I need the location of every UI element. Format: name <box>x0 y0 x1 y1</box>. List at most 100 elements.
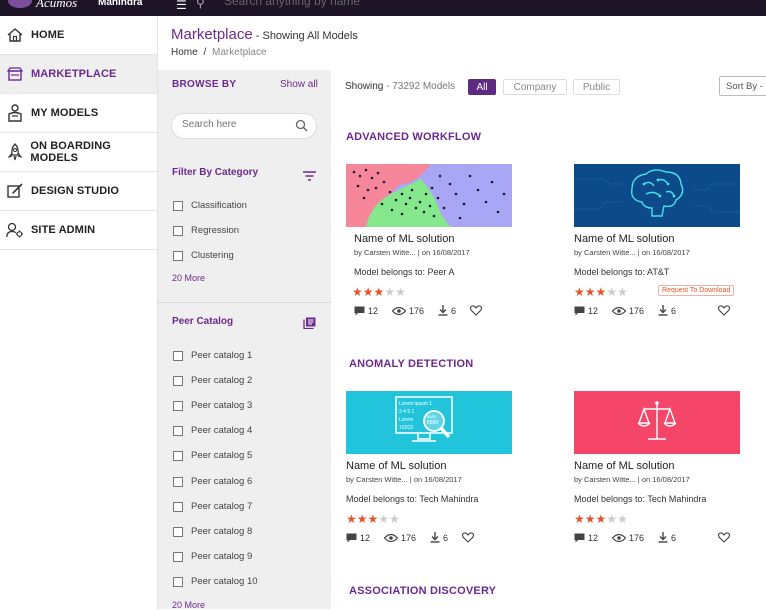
filter-public-button[interactable]: Public <box>573 79 620 95</box>
browse-search-input[interactable] <box>182 119 292 130</box>
publish-date: | on 16/08/2017 <box>409 475 462 484</box>
peer-option[interactable]: Peer catalog 10 <box>173 576 258 587</box>
model-name[interactable]: Name of ML solution <box>346 460 512 472</box>
downloads-count[interactable]: 6 <box>658 532 676 543</box>
checkbox[interactable] <box>173 200 183 211</box>
checkbox[interactable] <box>173 400 183 411</box>
filter-icon[interactable] <box>303 168 316 186</box>
peer-option[interactable]: Peer catalog 9 <box>173 551 252 562</box>
model-name[interactable]: Name of ML solution <box>574 460 740 472</box>
rating-stars: ★★★★★ <box>346 512 512 526</box>
peer-option[interactable]: Peer catalog 3 <box>173 400 252 411</box>
checkbox[interactable] <box>173 576 183 587</box>
category-option[interactable]: Classification <box>173 200 247 211</box>
category-more-link[interactable]: 20 More <box>172 273 205 283</box>
model-owner: Model belongs to: Peer A <box>354 267 455 277</box>
comments-count[interactable]: 12 <box>574 533 598 543</box>
checkbox[interactable] <box>173 526 183 537</box>
model-thumbnail[interactable] <box>574 164 740 227</box>
thumb-text: 5680 <box>427 414 437 419</box>
nav-label-home: HOME <box>31 29 65 41</box>
peer-label: Peer catalog 3 <box>191 400 253 411</box>
nav-item-design-studio[interactable]: DESIGN STUDIO <box>0 172 157 211</box>
views-count: 176 <box>612 533 644 543</box>
nav-item-marketplace[interactable]: MARKETPLACE <box>0 55 157 94</box>
peer-option[interactable]: Peer catalog 6 <box>173 476 252 487</box>
section-title[interactable]: ADVANCED WORKFLOW <box>346 131 481 143</box>
request-download-button[interactable]: Request To Download <box>658 285 735 296</box>
comments-count[interactable]: 12 <box>354 306 378 316</box>
checkbox[interactable] <box>173 250 183 261</box>
checkbox[interactable] <box>173 476 183 487</box>
author-name: by Carsten Witte... <box>346 475 408 484</box>
browse-search-box[interactable] <box>171 113 317 139</box>
checkbox[interactable] <box>173 375 183 386</box>
model-metrics: 12 176 6 <box>346 531 512 544</box>
model-thumbnail[interactable] <box>574 391 740 454</box>
comments-count[interactable]: 12 <box>346 533 370 543</box>
peer-option[interactable]: Peer catalog 1 <box>173 350 252 361</box>
nav-item-site-admin[interactable]: SITE ADMIN <box>0 211 157 250</box>
nav-item-home[interactable]: HOME <box>0 16 157 55</box>
thumb-text: Lorem <box>399 417 413 423</box>
model-card[interactable]: Name of ML solution by Carsten Witte... … <box>574 391 740 544</box>
peer-option[interactable]: Peer catalog 8 <box>173 526 252 537</box>
page-header: Marketplace - Showing All Models Home / … <box>158 16 766 70</box>
nav-item-my-models[interactable]: MY MODELS <box>0 94 157 133</box>
checkbox[interactable] <box>173 450 183 461</box>
user-model-icon <box>6 104 24 122</box>
publish-date: | on 16/08/2017 <box>417 248 470 257</box>
checkbox[interactable] <box>173 350 183 361</box>
star-icon: ★ <box>367 512 379 526</box>
breadcrumb-home[interactable]: Home <box>171 47 198 58</box>
comments-count[interactable]: 12 <box>574 306 598 316</box>
favorite-icon[interactable] <box>462 532 477 543</box>
peer-option[interactable]: Peer catalog 2 <box>173 375 252 386</box>
peer-option[interactable]: Peer catalog 4 <box>173 425 252 436</box>
favorite-icon[interactable] <box>718 305 733 316</box>
rocket-icon <box>6 143 23 161</box>
page-title: Marketplace - Showing All Models <box>171 26 358 43</box>
section-title[interactable]: ASSOCIATION DISCOVERY <box>349 585 496 597</box>
downloads-count[interactable]: 6 <box>438 305 456 316</box>
section-title[interactable]: ANOMALY DETECTION <box>349 358 473 370</box>
peer-option[interactable]: Peer catalog 7 <box>173 501 252 512</box>
filter-company-button[interactable]: Company <box>503 79 567 95</box>
browse-panel: BROWSE BY Show all Filter By Category Cl… <box>158 70 331 610</box>
star-icon: ★ <box>362 285 374 299</box>
global-search-input[interactable]: Search anything by name <box>224 0 360 8</box>
thumb-text: 10203 <box>399 425 413 431</box>
model-author: by Carsten Witte... | on 16/08/2017 <box>574 248 740 257</box>
model-card[interactable]: Name of ML solution by Carsten Witte... … <box>574 164 740 317</box>
downloads-count[interactable]: 6 <box>658 305 676 316</box>
star-icon: ★ <box>584 285 596 299</box>
model-card[interactable]: Name of ML solution by Carsten Witte... … <box>346 164 512 317</box>
downloads-count[interactable]: 6 <box>430 532 448 543</box>
views-count: 176 <box>384 533 416 543</box>
model-name[interactable]: Name of ML solution <box>574 233 740 245</box>
checkbox[interactable] <box>173 225 183 236</box>
checkbox[interactable] <box>173 551 183 562</box>
category-option[interactable]: Clustering <box>173 250 234 261</box>
nav-item-onboarding[interactable]: ON BOARDING MODELS <box>0 133 157 172</box>
star-icon: ★ <box>595 512 607 526</box>
model-name[interactable]: Name of ML solution <box>346 233 512 245</box>
eye-icon <box>612 533 627 542</box>
star-icon: ★ <box>606 512 618 526</box>
search-icon[interactable]: ⚲ <box>196 0 205 10</box>
sort-by-dropdown[interactable]: Sort By - <box>719 76 766 96</box>
favorite-icon[interactable] <box>470 305 485 316</box>
filter-all-button[interactable]: All <box>468 79 496 95</box>
search-icon[interactable] <box>295 119 308 137</box>
menu-icon[interactable]: ☰ <box>176 0 187 12</box>
checkbox[interactable] <box>173 501 183 512</box>
category-option[interactable]: Regression <box>173 225 239 236</box>
favorite-icon[interactable] <box>718 532 733 543</box>
model-thumbnail[interactable] <box>346 164 512 227</box>
model-card[interactable]: Lorem ipsum 1 3 4 5 1 Lorem 10203 5680 5… <box>346 391 512 544</box>
peer-option[interactable]: Peer catalog 5 <box>173 450 252 461</box>
checkbox[interactable] <box>173 425 183 436</box>
model-thumbnail[interactable]: Lorem ipsum 1 3 4 5 1 Lorem 10203 5680 5… <box>346 391 512 454</box>
catalog-icon[interactable] <box>303 316 316 334</box>
show-all-link[interactable]: Show all <box>280 79 318 90</box>
